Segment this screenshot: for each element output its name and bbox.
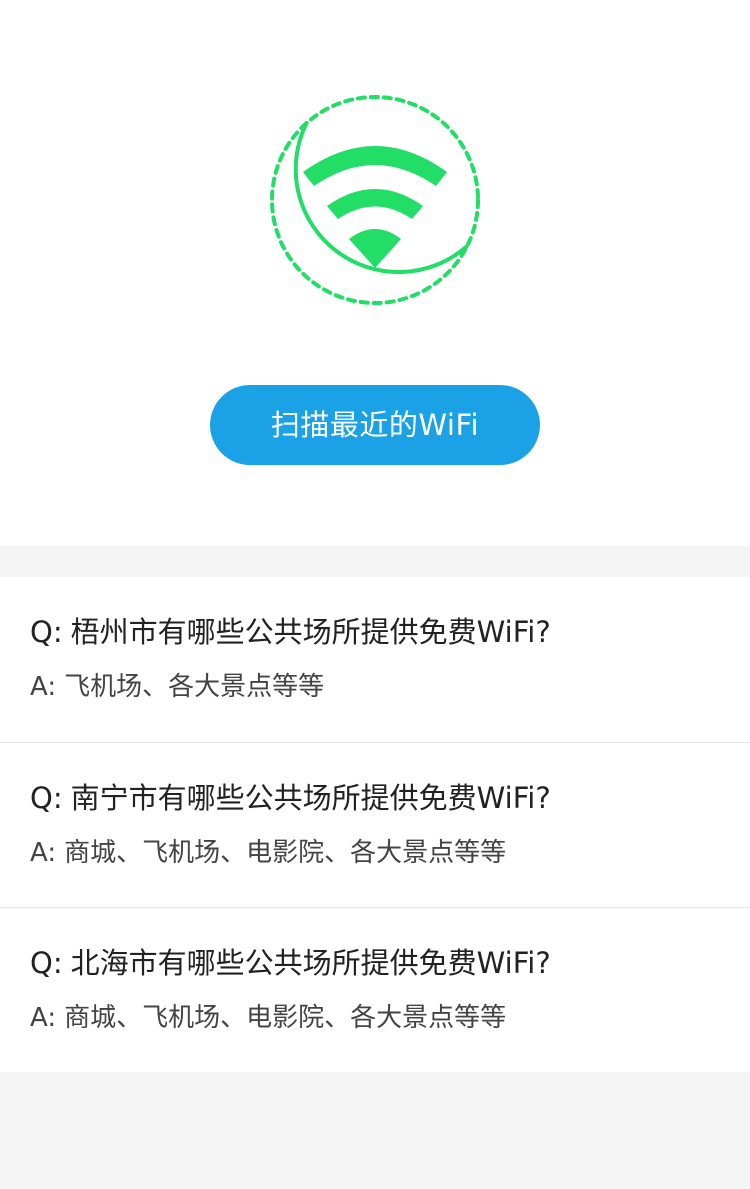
faq-item: Q: 梧州市有哪些公共场所提供免费WiFi? A: 飞机场、各大景点等等 [0,577,750,742]
answer-text: 飞机场、各大景点等等 [64,672,325,702]
faq-item: Q: 北海市有哪些公共场所提供免费WiFi? A: 商城、飞机场、电影院、各大景点等… [0,907,750,1072]
answer-text: 商城、飞机场、电影院、各大景点等等 [64,1003,507,1033]
scan-wifi-button[interactable]: 扫描最近的WiFi [210,385,540,465]
faq-answer: A: 商城、飞机场、电影院、各大景点等等 [30,837,720,869]
faq-item: Q: 南宁市有哪些公共场所提供免费WiFi? A: 商城、飞机场、电影院、各大景点等… [0,742,750,907]
question-text: 梧州市有哪些公共场所提供免费WiFi? [70,615,551,649]
faq-question: Q: 梧州市有哪些公共场所提供免费WiFi? [30,615,720,649]
faq-question: Q: 北海市有哪些公共场所提供免费WiFi? [30,946,720,980]
question-text: 南宁市有哪些公共场所提供免费WiFi? [70,781,551,815]
faq-question: Q: 南宁市有哪些公共场所提供免费WiFi? [30,781,720,815]
faq-list: Q: 梧州市有哪些公共场所提供免费WiFi? A: 飞机场、各大景点等等 Q: 南宁市… [0,577,750,1072]
question-text: 北海市有哪些公共场所提供免费WiFi? [70,946,551,980]
faq-answer: A: 飞机场、各大景点等等 [30,671,720,703]
answer-prefix: A: [30,672,57,702]
answer-prefix: A: [30,1003,57,1033]
question-prefix: Q: [30,946,63,980]
question-prefix: Q: [30,781,63,815]
faq-answer: A: 商城、飞机场、电影院、各大景点等等 [30,1002,720,1034]
wifi-scan-icon [270,95,480,305]
scan-panel: 扫描最近的WiFi [0,0,750,546]
answer-prefix: A: [30,838,57,868]
question-prefix: Q: [30,615,63,649]
answer-text: 商城、飞机场、电影院、各大景点等等 [64,838,507,868]
